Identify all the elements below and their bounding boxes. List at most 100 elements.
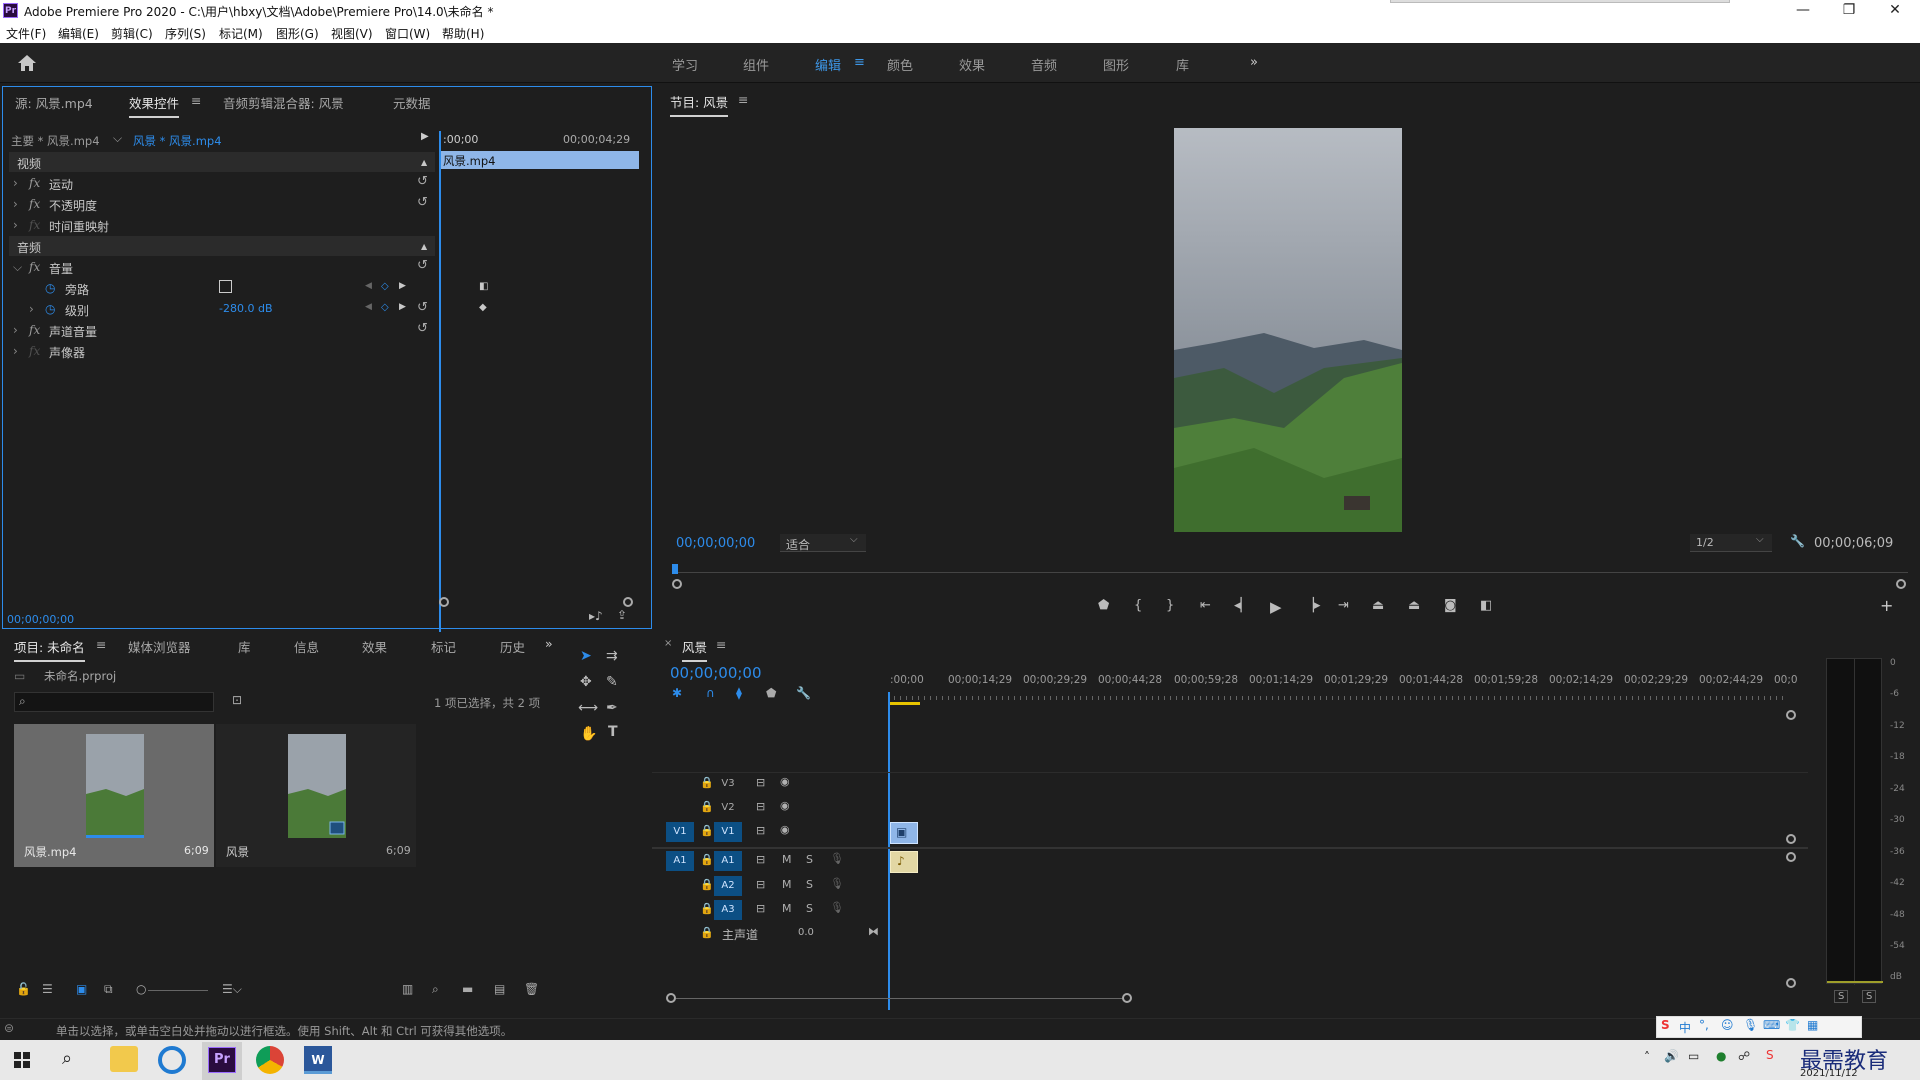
effect-row-opacity[interactable]: › fx 不透明度 ↺	[9, 194, 649, 214]
more-tabs-icon[interactable]: »	[545, 636, 553, 651]
menu-edit[interactable]: 编辑(E)	[58, 25, 99, 42]
tab-info[interactable]: 信息	[294, 637, 319, 656]
video-clip[interactable]: ▣	[890, 822, 918, 844]
go-to-in-icon[interactable]: ⇤	[1200, 598, 1211, 613]
tab-project[interactable]: 项目: 未命名	[14, 637, 85, 662]
sogou-ime-icon[interactable]: S	[1766, 1048, 1774, 1062]
sync-lock-icon[interactable]: ⊟	[756, 800, 765, 813]
program-scrubber[interactable]	[672, 572, 1908, 573]
tray-chevron-up-icon[interactable]: ˄	[1644, 1050, 1650, 1064]
track-label-a3[interactable]: A3	[714, 900, 742, 920]
tab-metadata[interactable]: 元数据	[393, 93, 431, 112]
source-patch-a1[interactable]: A1	[666, 851, 694, 871]
sync-lock-icon[interactable]: ⊟	[756, 878, 765, 891]
panel-menu-icon[interactable]: ≡	[191, 93, 201, 108]
effect-row-volume[interactable]: ⌵ fx 音量 ↺	[9, 257, 649, 277]
track-label-v3[interactable]: V3	[714, 774, 742, 794]
new-bin-from-search-icon[interactable]: ⊡	[232, 693, 242, 707]
resolution-select[interactable]: 1/2 ⌵	[1690, 534, 1772, 552]
compare-icon[interactable]: ◧	[1480, 598, 1492, 613]
go-to-end-icon[interactable]: ⧓	[868, 925, 879, 938]
microphone-icon[interactable]: 🎙	[830, 901, 844, 914]
reset-icon[interactable]: ↺	[417, 300, 428, 315]
fx-icon[interactable]: fx	[29, 218, 40, 232]
skin-icon[interactable]: 👕	[1785, 1018, 1800, 1032]
track-label-a1[interactable]: A1	[714, 851, 742, 871]
chevron-right-icon[interactable]: ›	[29, 302, 34, 316]
sync-lock-icon[interactable]: ⊟	[756, 902, 765, 915]
program-timecode[interactable]: 00;00;00;00	[676, 536, 755, 551]
work-area-bar[interactable]	[890, 702, 920, 705]
tray-app-icon[interactable]: ●	[1716, 1049, 1726, 1063]
source-patch-v1[interactable]: V1	[666, 822, 694, 842]
panel-menu-icon[interactable]: ≡	[716, 637, 726, 652]
menu-graphics[interactable]: 图形(G)	[276, 25, 319, 42]
program-video-frame[interactable]	[1174, 128, 1402, 532]
zoom-slider-knob[interactable]: ○	[136, 982, 146, 996]
export-icon[interactable]: ⇪	[617, 608, 627, 622]
home-icon[interactable]	[16, 53, 38, 73]
tab-effects[interactable]: 效果	[362, 637, 387, 656]
project-item-clip[interactable]: 风景.mp4 6;09	[14, 724, 214, 867]
solo-button[interactable]: S	[806, 902, 813, 915]
new-bin-icon[interactable]: ▬	[462, 982, 473, 996]
lock-icon[interactable]: 🔒	[700, 902, 714, 915]
eye-icon[interactable]: ◉	[780, 799, 790, 812]
edge-browser-icon[interactable]	[158, 1046, 186, 1074]
next-keyframe-icon[interactable]: ▶	[399, 302, 406, 312]
h-scroll-left[interactable]	[666, 993, 676, 1003]
zoom-slider[interactable]	[148, 990, 208, 991]
prev-keyframe-icon[interactable]: ◀	[365, 302, 372, 312]
workspace-learn[interactable]: 学习	[672, 55, 698, 74]
play-icon[interactable]: ▶	[1270, 598, 1282, 616]
automate-icon[interactable]: ▥	[402, 982, 413, 996]
timeline-timecode[interactable]: 00;00;00;00	[670, 664, 762, 682]
clip-bar[interactable]: 风景.mp4	[439, 151, 639, 169]
solo-button[interactable]: S	[806, 878, 813, 891]
stopwatch-icon[interactable]: ◷	[45, 302, 55, 316]
effect-row-motion[interactable]: › fx 运动 ↺	[9, 173, 649, 193]
track-select-tool-icon[interactable]: ⇉	[606, 648, 618, 664]
play-only-audio-icon[interactable]: ▸♪	[589, 609, 603, 623]
sync-lock-icon[interactable]: ⊟	[756, 776, 765, 789]
premiere-task-active[interactable]: Pr	[202, 1042, 242, 1080]
chevron-down-icon[interactable]: ⌵	[13, 260, 22, 275]
workspace-color[interactable]: 颜色	[887, 55, 913, 74]
punct-icon[interactable]: °,	[1699, 1018, 1709, 1032]
zoom-handle-left[interactable]	[439, 597, 449, 607]
effect-row-panner[interactable]: › fx 声像器	[9, 341, 649, 361]
workspace-graphics[interactable]: 图形	[1103, 55, 1129, 74]
tab-sequence[interactable]: 风景	[682, 637, 708, 662]
sync-lock-icon[interactable]: ⊟	[756, 853, 765, 866]
tab-effect-controls[interactable]: 效果控件	[129, 93, 180, 118]
fx-icon[interactable]: fx	[29, 323, 40, 337]
nest-icon[interactable]: ✱	[672, 686, 682, 700]
solo-right-button[interactable]: S	[1862, 990, 1877, 1003]
trash-icon[interactable]: 🗑	[524, 982, 539, 996]
audio-scroll-handle-bottom[interactable]	[1786, 978, 1796, 988]
menu-sequence[interactable]: 序列(S)	[165, 25, 206, 42]
icon-view-icon[interactable]: ▣	[76, 982, 87, 996]
workspace-assembly[interactable]: 组件	[743, 55, 769, 74]
lock-icon[interactable]: 🔒	[700, 776, 714, 789]
play-arrow-icon[interactable]: ▶	[421, 131, 429, 142]
lock-icon[interactable]: 🔒	[700, 878, 714, 891]
effect-row-bypass[interactable]: ◷ 旁路 ◀ ◇ ▶ ◧	[9, 278, 649, 298]
file-explorer-icon[interactable]	[110, 1046, 138, 1072]
mark-in-icon[interactable]: {	[1134, 598, 1142, 613]
zoom-handle-right[interactable]	[1896, 579, 1906, 589]
lock-icon[interactable]: 🔓	[16, 982, 31, 996]
linked-selection-icon[interactable]: ⧫	[736, 686, 742, 700]
new-item-icon[interactable]: ▤	[494, 982, 505, 996]
project-search-input[interactable]: ⌕	[14, 692, 214, 712]
sort-icon[interactable]: ☰⌵	[222, 982, 242, 997]
zoom-handle-right[interactable]	[623, 597, 633, 607]
chevron-right-icon[interactable]: ›	[13, 218, 18, 232]
restore-button[interactable]: ❐	[1826, 0, 1872, 22]
hand-tool-icon[interactable]: ✋	[580, 726, 597, 742]
step-forward-icon[interactable]: ▕▸	[1304, 598, 1321, 613]
keyboard-icon[interactable]: ⌨	[1763, 1018, 1780, 1032]
panel-menu-icon[interactable]: ≡	[738, 92, 748, 107]
menu-view[interactable]: 视图(V)	[331, 25, 373, 42]
ime-mode[interactable]: 中	[1679, 1019, 1691, 1036]
